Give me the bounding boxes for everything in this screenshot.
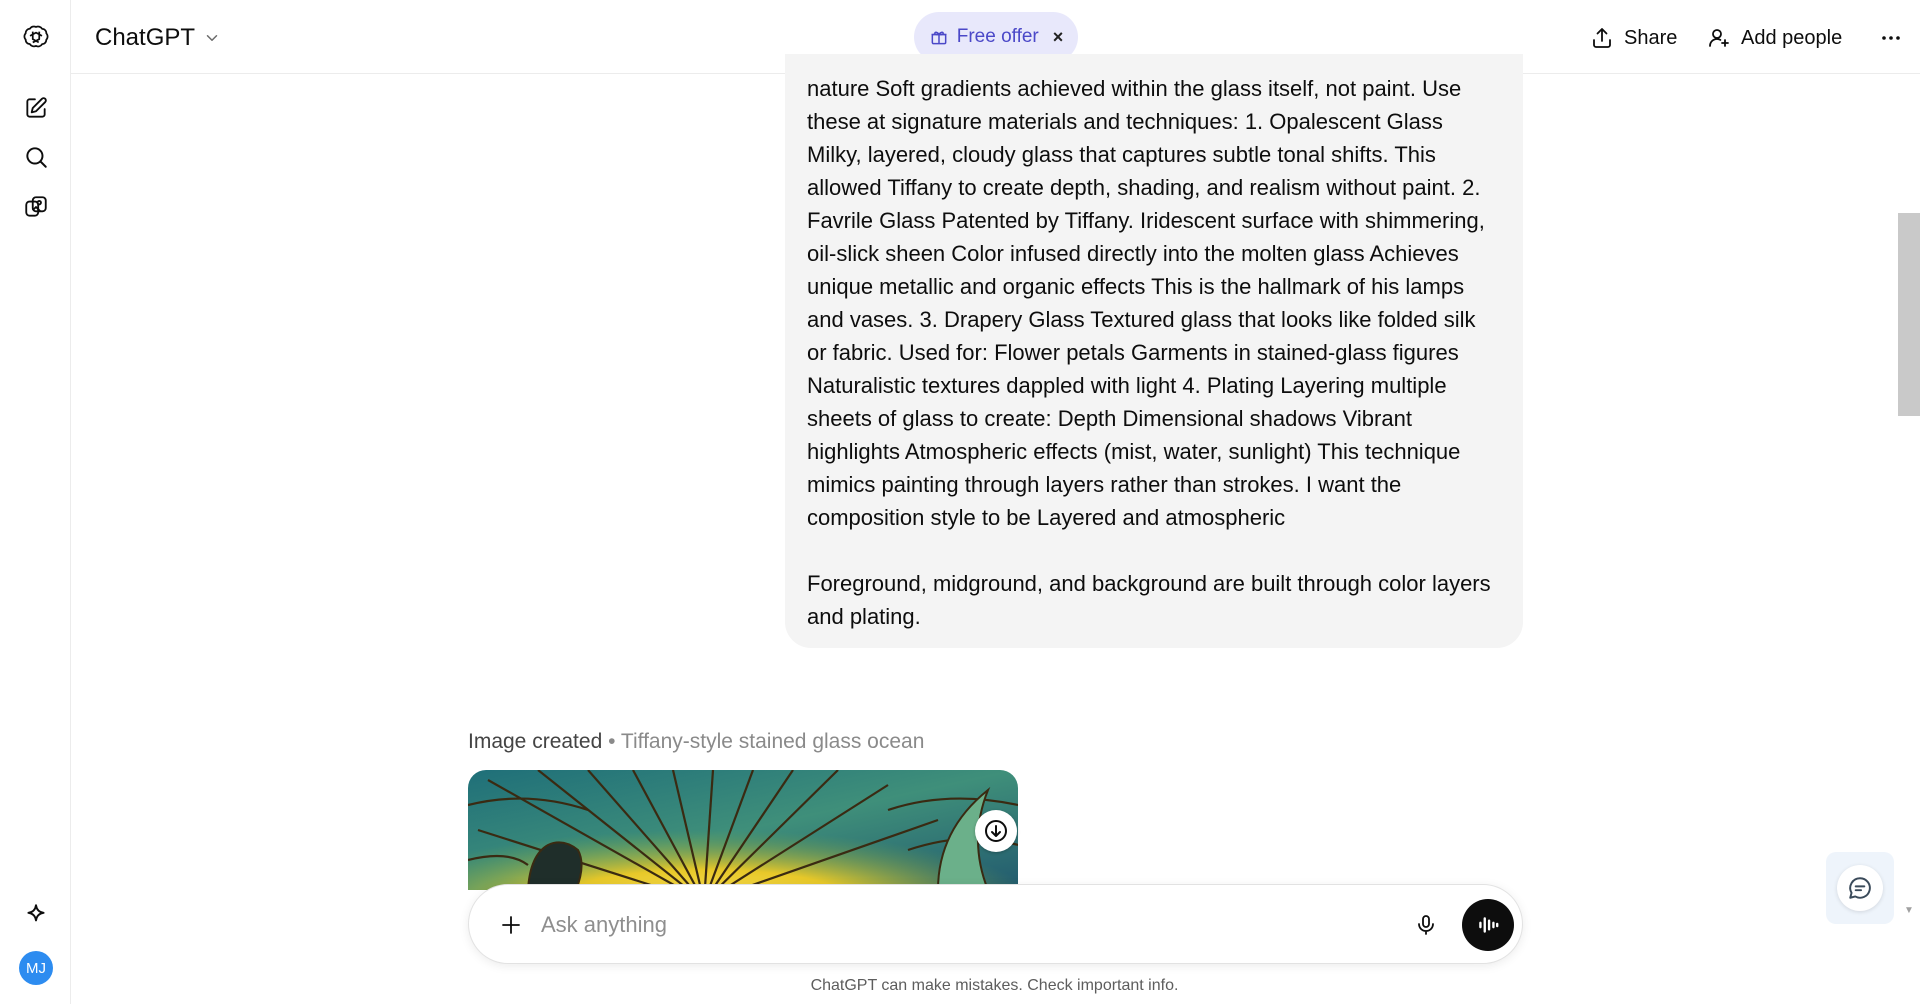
gift-icon — [931, 31, 947, 45]
chat-bubble-icon — [1849, 877, 1871, 899]
add-attachment-button[interactable] — [491, 905, 531, 945]
images-library-icon[interactable] — [17, 188, 55, 226]
voice-mode-button[interactable] — [1462, 899, 1514, 951]
download-image-button[interactable] — [975, 810, 1017, 852]
chevron-down-icon — [206, 35, 218, 41]
add-people-label: Add people — [1741, 26, 1843, 49]
scrollbar-thumb[interactable] — [1898, 213, 1920, 416]
message-paragraph: nature Soft gradients achieved within th… — [807, 76, 1485, 530]
user-message-bubble: nature Soft gradients achieved within th… — [785, 54, 1523, 648]
image-title: • Tiffany-style stained glass ocean — [608, 730, 925, 753]
sparkle-icon[interactable] — [17, 896, 55, 934]
model-selector[interactable]: ChatGPT — [95, 20, 221, 56]
image-created-label: Image created — [468, 730, 603, 753]
share-icon — [1593, 28, 1611, 48]
message-paragraph: Foreground, midground, and background ar… — [807, 571, 1491, 629]
floating-chat-button[interactable] — [1826, 852, 1894, 924]
disclaimer-text: ChatGPT can make mistakes. Check importa… — [810, 977, 1179, 994]
more-dots-icon — [1882, 36, 1900, 40]
dictate-button[interactable] — [1406, 905, 1446, 945]
model-label: ChatGPT — [95, 24, 196, 51]
left-rail: MJ — [0, 0, 71, 1004]
plus-icon — [502, 916, 520, 934]
chatgpt-app: MJ ChatGPT Free offer × Share Add people… — [0, 0, 1920, 1004]
more-options-button[interactable] — [1879, 20, 1903, 56]
new-chat-icon[interactable] — [17, 89, 55, 127]
scroll-down-arrow-icon[interactable]: ▼ — [1902, 905, 1916, 919]
prompt-input[interactable] — [541, 905, 1341, 945]
add-people-button[interactable]: Add people — [1707, 20, 1842, 56]
free-offer-label: Free offer — [956, 26, 1039, 47]
avatar-initials: MJ — [26, 959, 46, 977]
floating-chat-inner — [1837, 865, 1883, 911]
download-arrow-icon — [985, 820, 1007, 842]
composer — [468, 884, 1523, 964]
close-offer-icon[interactable]: × — [1053, 27, 1064, 48]
share-label: Share — [1624, 26, 1678, 49]
microphone-icon — [1418, 915, 1434, 935]
search-icon[interactable] — [17, 138, 55, 176]
share-button[interactable]: Share — [1590, 20, 1677, 56]
add-person-icon — [1709, 29, 1729, 47]
voice-waveform-icon — [1479, 917, 1499, 933]
generated-image[interactable] — [468, 770, 1018, 890]
image-caption: Image created • Tiffany-style stained gl… — [468, 730, 924, 754]
openai-logo-icon[interactable] — [17, 18, 55, 56]
